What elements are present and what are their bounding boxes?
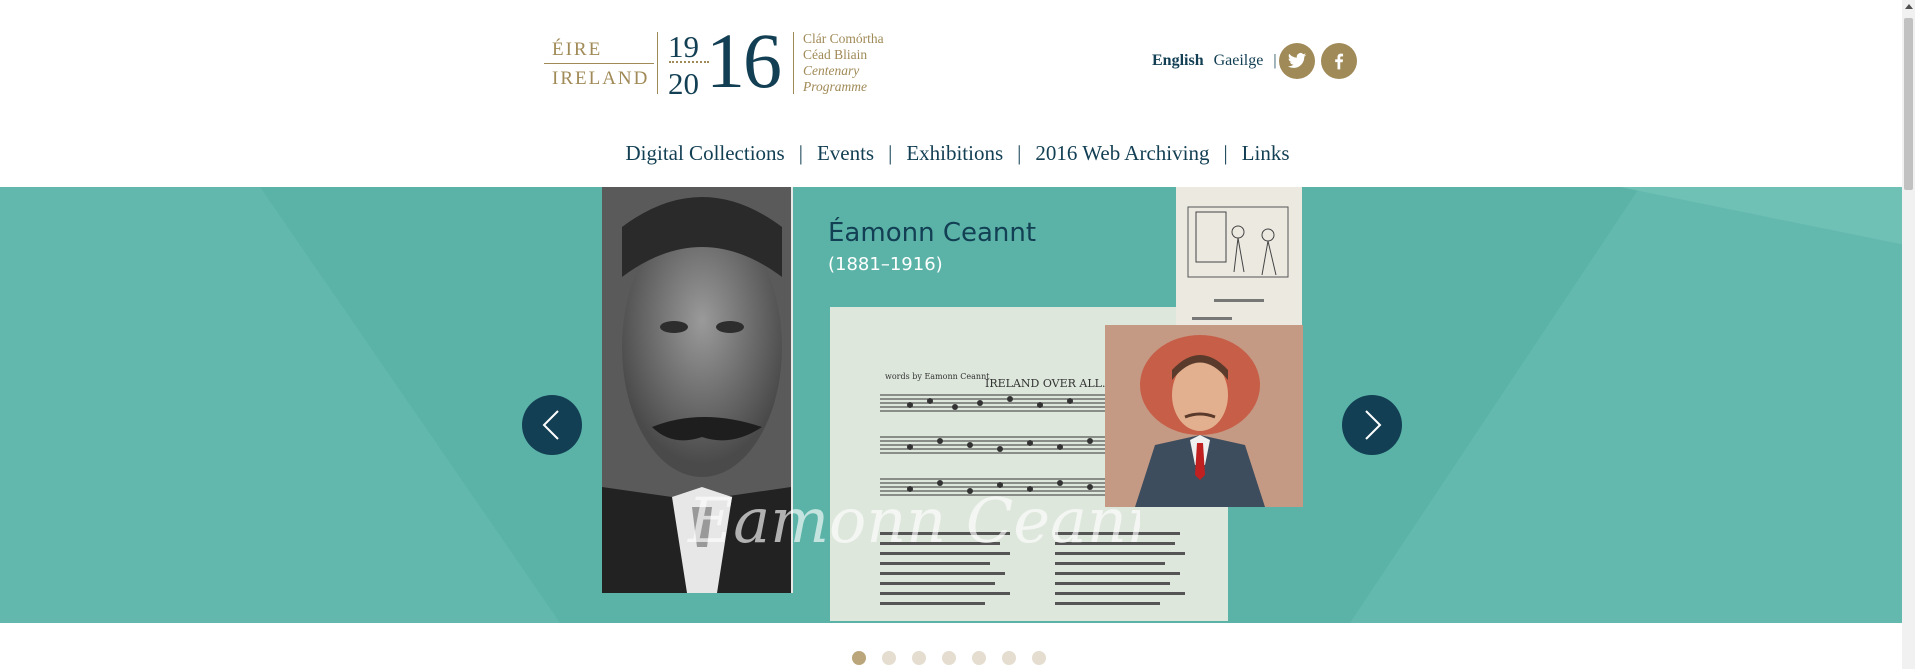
carousel-dot[interactable]	[882, 651, 896, 665]
logo-vertical-rule	[793, 32, 794, 94]
logo-year-top: 19	[668, 29, 699, 64]
logo-programme-line: Céad Bliain	[803, 47, 868, 62]
logo-programme-line: Programme	[803, 79, 867, 94]
carousel-dot[interactable]	[942, 651, 956, 665]
slide-dates: (1881–1916)	[828, 254, 943, 275]
twitter-icon	[1287, 53, 1307, 68]
chevron-right-icon	[1365, 410, 1382, 440]
logo-eire: ÉIRE	[552, 39, 603, 60]
carousel-dot[interactable]	[852, 651, 866, 665]
signature-overlay: Eamonn Ceannt	[687, 484, 1140, 557]
site-logo[interactable]: ÉIRE IRELAND 19 20 16 Clár Comórtha Céad…	[540, 22, 910, 101]
slide-title: Éamonn Ceannt	[828, 218, 1037, 248]
carousel-prev-button[interactable]	[522, 395, 582, 455]
language-english-link[interactable]: English	[1152, 52, 1204, 69]
nav-item-web-archiving[interactable]: 2016 Web Archiving	[1031, 141, 1213, 165]
page-scrollbar[interactable]	[1902, 0, 1915, 669]
logo-ireland: IRELAND	[552, 68, 650, 89]
chevron-left-icon	[542, 410, 559, 440]
facebook-icon	[1335, 53, 1344, 70]
twitter-button[interactable]	[1279, 43, 1315, 79]
carousel-next-button[interactable]	[1342, 395, 1402, 455]
cartoon-image	[1176, 187, 1302, 327]
sheet-heading: IRELAND OVER ALL.	[985, 377, 1105, 390]
nav-separator: |	[1017, 141, 1022, 165]
nav-item-exhibitions[interactable]: Exhibitions	[902, 141, 1007, 165]
main-nav: Digital Collections | Events | Exhibitions | 2…	[0, 141, 1915, 166]
nav-separator: |	[1223, 141, 1228, 165]
carousel-dot[interactable]	[1032, 651, 1046, 665]
language-switcher: English Gaeilge |	[1152, 52, 1277, 70]
scrollbar-thumb[interactable]	[1904, 18, 1913, 190]
scroll-up-arrow[interactable]	[1905, 4, 1913, 9]
nav-separator: |	[798, 141, 803, 165]
logo-year-big: 16	[706, 17, 782, 104]
nav-item-digital-collections[interactable]: Digital Collections	[621, 141, 788, 165]
carousel-dot[interactable]	[1002, 651, 1016, 665]
logo-dotted-rule	[669, 61, 709, 63]
logo-programme-line: Clár Comórtha	[803, 31, 884, 46]
language-irish-link[interactable]: Gaeilge	[1214, 52, 1264, 69]
nav-separator: |	[888, 141, 893, 165]
logo-programme-text: Clár Comórtha Céad Bliain Centenary Prog…	[803, 31, 884, 95]
logo-year-bottom: 20	[668, 66, 699, 101]
language-separator: |	[1273, 52, 1277, 69]
logo-divider	[544, 63, 654, 64]
sheet-credit: words by Eamonn Ceannt	[885, 372, 990, 381]
signature-text: Eamonn Ceannt	[687, 484, 1140, 557]
nav-item-events[interactable]: Events	[813, 141, 878, 165]
logo-vertical-rule	[657, 32, 658, 94]
carousel-dot[interactable]	[972, 651, 986, 665]
logo-programme-line: Centenary	[803, 63, 860, 78]
nav-item-links[interactable]: Links	[1238, 141, 1294, 165]
carousel-dot[interactable]	[912, 651, 926, 665]
facebook-button[interactable]	[1321, 43, 1357, 79]
